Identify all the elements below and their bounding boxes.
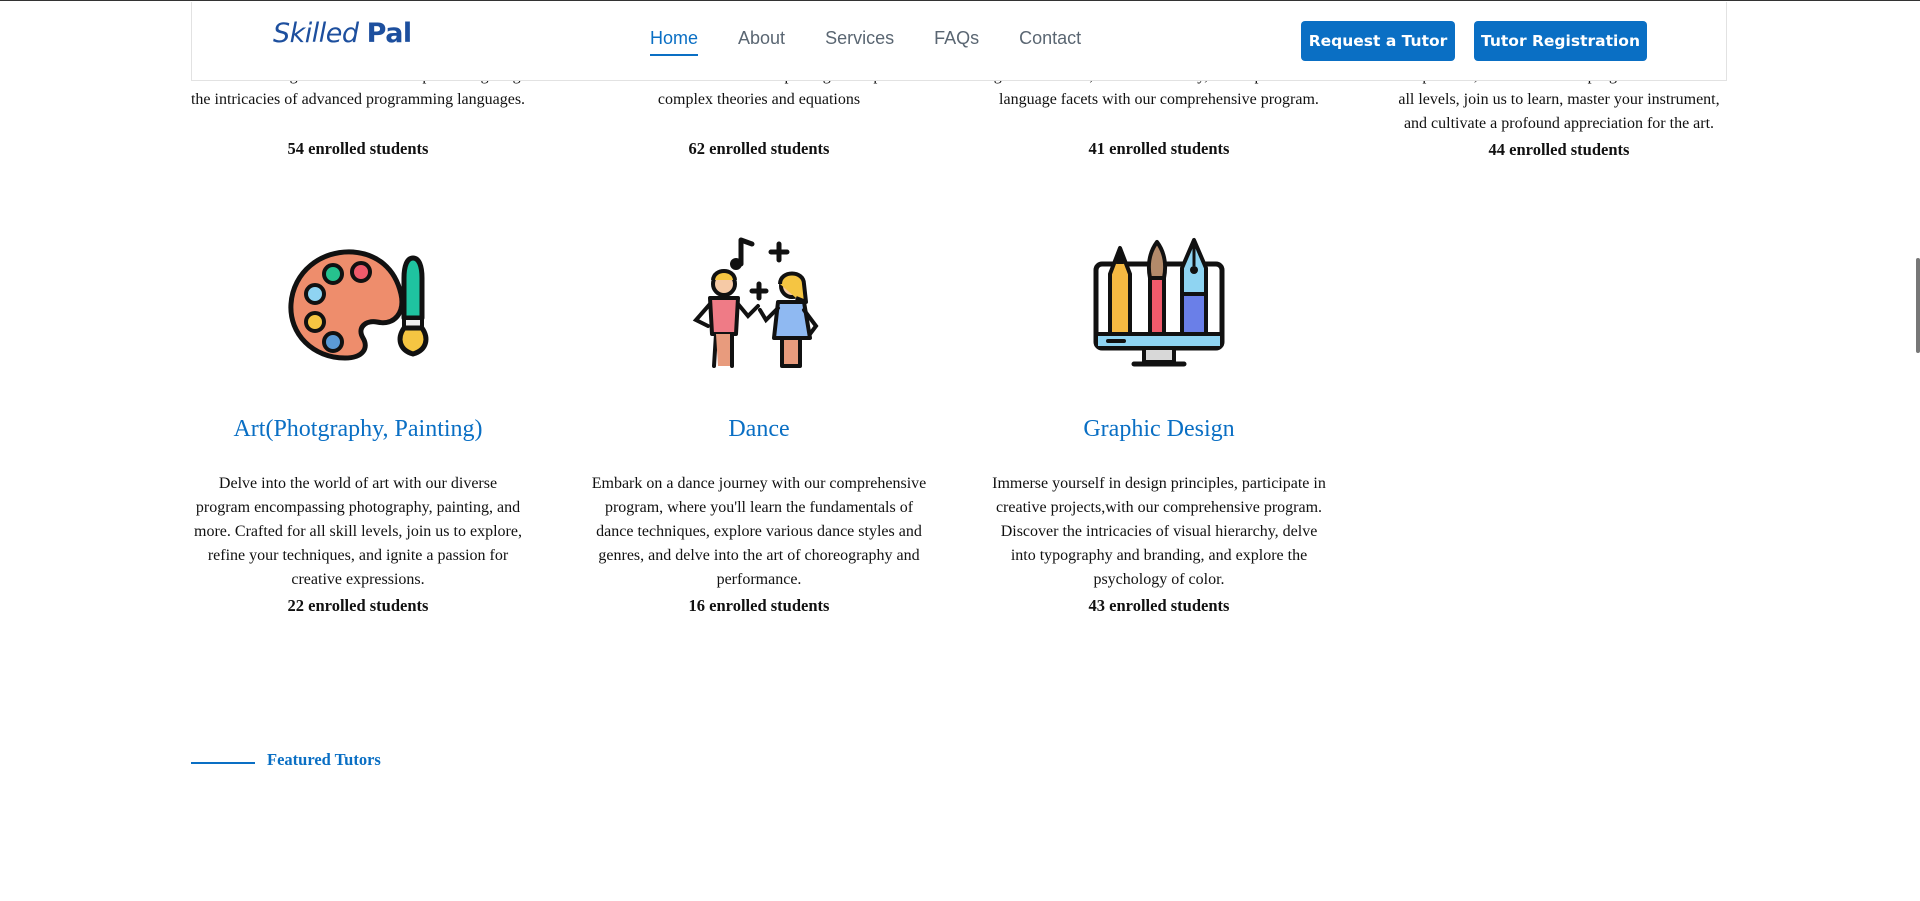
nav-about[interactable]: About — [738, 28, 785, 49]
enrolled-count: 44 enrolled students — [1488, 140, 1630, 159]
desc-line: and cultivate a profound appreciation fo… — [1403, 115, 1715, 132]
course-card-graphic-design: Graphic Design Immerse yourself in desig… — [989, 416, 1329, 616]
enrolled-count: 62 enrolled students — [688, 139, 830, 158]
enrolled-count: 16 enrolled students — [688, 596, 830, 615]
request-tutor-button[interactable]: Request a Tutor — [1301, 21, 1455, 61]
logo-text-pal: Pal — [366, 18, 413, 49]
course-title[interactable]: Dance — [589, 416, 929, 443]
featured-divider — [191, 762, 255, 764]
course-title[interactable]: Graphic Design — [989, 416, 1329, 443]
logo-text-skilled: Skilled — [273, 18, 359, 49]
desc-line: complex theories and equations — [657, 91, 861, 108]
scrollbar-thumb[interactable] — [1916, 258, 1920, 353]
enrolled-count: 54 enrolled students — [287, 139, 429, 158]
page-top-border — [0, 0, 1920, 1]
nav-services[interactable]: Services — [825, 28, 894, 49]
enrolled-count: 43 enrolled students — [1088, 596, 1230, 615]
graphic-design-icon — [1084, 234, 1234, 374]
enrolled-count: 41 enrolled students — [1088, 139, 1230, 158]
desc-line: the intricacies of advanced programming … — [190, 91, 526, 108]
course-title[interactable]: Art(Photgraphy, Painting) — [188, 416, 528, 443]
desc-line: all levels, join us to learn, master you… — [1398, 91, 1720, 108]
main-nav: Home About Services FAQs Contact — [650, 28, 1121, 56]
nav-faqs[interactable]: FAQs — [934, 28, 979, 49]
dance-icon — [684, 234, 834, 374]
tutor-registration-button[interactable]: Tutor Registration — [1474, 21, 1647, 61]
art-palette-icon — [283, 234, 433, 374]
desc-line: language facets with our comprehensive p… — [999, 91, 1319, 108]
site-header: Skilled Pal Home About Services FAQs Con… — [191, 2, 1727, 81]
nav-contact[interactable]: Contact — [1019, 28, 1081, 49]
course-description: Delve into the world of art with our div… — [194, 475, 522, 588]
enrolled-count: 22 enrolled students — [287, 596, 429, 615]
featured-tutors-label: Featured Tutors — [267, 750, 381, 769]
nav-home[interactable]: Home — [650, 28, 699, 56]
course-description: Embark on a dance journey with our compr… — [591, 475, 927, 588]
logo[interactable]: Skilled Pal — [273, 18, 412, 49]
course-description: Immerse yourself in design principles, p… — [992, 475, 1326, 588]
course-card-art: Art(Photgraphy, Painting) Delve into the… — [188, 416, 528, 616]
course-card-dance: Dance Embark on a dance journey with our… — [589, 416, 929, 616]
